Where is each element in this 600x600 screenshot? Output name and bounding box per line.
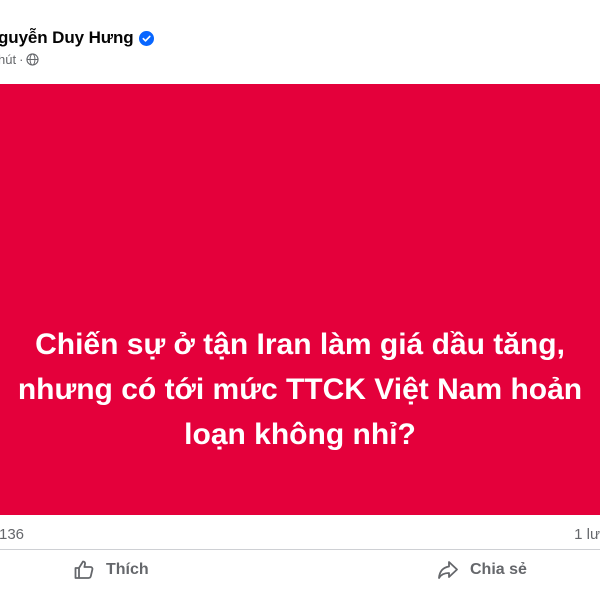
- author-name[interactable]: guyễn Duy Hưng: [0, 28, 134, 48]
- post-card: guyễn Duy Hưng hút · Chiến sự ở tận Iran…: [0, 0, 600, 600]
- post-stats: 136 1 lư: [0, 522, 600, 546]
- share-button[interactable]: Chia sẻ: [436, 551, 527, 589]
- post-actions: Thích Chia sẻ: [0, 551, 600, 591]
- comments-count[interactable]: 1 lư: [574, 526, 600, 543]
- verified-badge-icon: [138, 30, 154, 46]
- thumbs-up-icon: [72, 558, 96, 582]
- post-image[interactable]: Chiến sự ở tận Iran làm giá dầu tăng, nh…: [0, 84, 600, 515]
- share-arrow-icon: [436, 558, 460, 582]
- post-header: guyễn Duy Hưng hút ·: [0, 20, 600, 80]
- globe-icon[interactable]: [26, 53, 40, 66]
- reactions-count[interactable]: 136: [0, 526, 24, 543]
- like-label: Thích: [106, 561, 149, 578]
- post-image-text-line: Chiến sự ở tận Iran làm giá dầu tăng,: [35, 328, 565, 361]
- post-meta: hút ·: [0, 52, 40, 67]
- author-row: guyễn Duy Hưng: [0, 28, 154, 48]
- post-time[interactable]: hút: [0, 52, 16, 67]
- share-label: Chia sẻ: [470, 561, 527, 578]
- meta-separator: ·: [19, 52, 24, 67]
- like-button[interactable]: Thích: [72, 551, 149, 589]
- post-image-text-line: loạn không nhỉ?: [184, 418, 416, 451]
- actions-divider: [0, 549, 600, 550]
- post-image-text-line: nhưng có tới mức TTCK Việt Nam hoản: [17, 373, 583, 406]
- post-image-text: Chiến sự ở tận Iran làm giá dầu tăng, nh…: [0, 322, 600, 457]
